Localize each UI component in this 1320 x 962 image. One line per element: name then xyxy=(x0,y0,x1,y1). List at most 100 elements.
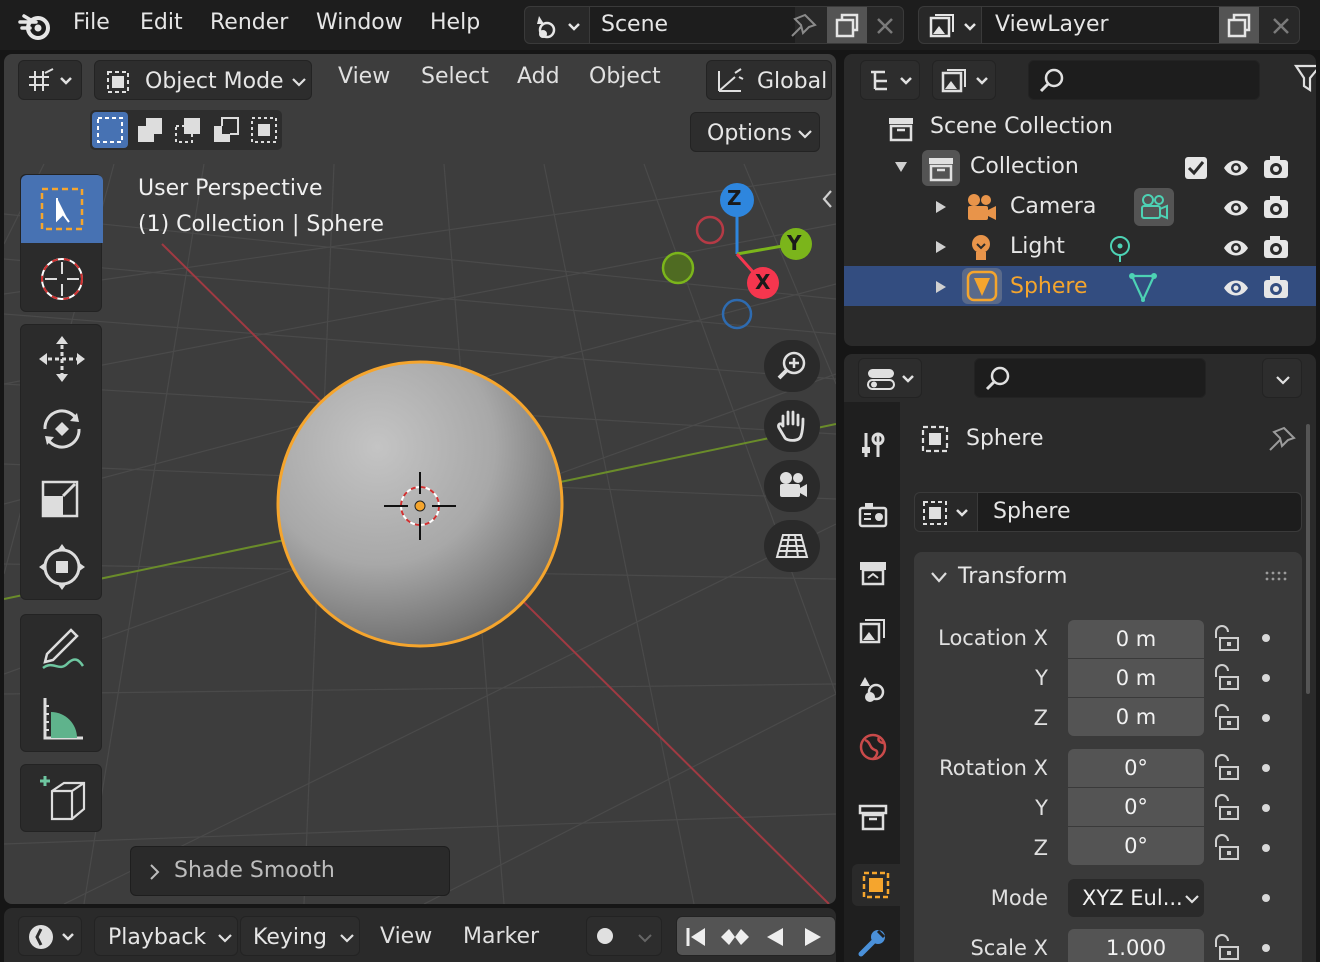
select-subtract-icon[interactable] xyxy=(170,112,206,148)
keyframe-rotation-y-dot[interactable] xyxy=(1262,804,1270,812)
close-scene-icon[interactable] xyxy=(875,16,895,36)
tab-world[interactable] xyxy=(852,726,894,768)
auto-keying-toggle[interactable] xyxy=(586,916,662,956)
outliner-row-sphere[interactable]: Sphere xyxy=(844,266,1316,306)
rotation-y-field[interactable]: 0° xyxy=(1068,788,1204,826)
properties-scrollbar[interactable] xyxy=(1306,424,1310,694)
jump-keyframe-icon[interactable] xyxy=(719,925,751,949)
menu-view[interactable]: View xyxy=(338,64,390,89)
mesh-data-icon[interactable] xyxy=(1128,272,1158,302)
render-camera-icon[interactable] xyxy=(1262,234,1290,260)
lock-location-y-icon[interactable] xyxy=(1212,663,1242,693)
tab-scene[interactable] xyxy=(852,668,894,710)
3d-viewport[interactable]: Z Y X Object Mode View Select Add Object… xyxy=(4,54,836,904)
menu-file[interactable]: File xyxy=(73,10,110,35)
outliner-editor-type-button[interactable] xyxy=(860,60,920,100)
keyframe-location-y-dot[interactable] xyxy=(1262,674,1270,682)
scene-selector[interactable]: Scene xyxy=(524,6,904,44)
playback-dropdown[interactable]: Playback xyxy=(94,916,238,956)
object-datablock-name[interactable]: Sphere xyxy=(993,499,1071,524)
tab-render[interactable] xyxy=(852,494,894,536)
tool-add-cube[interactable] xyxy=(21,765,103,833)
menu-render[interactable]: Render xyxy=(210,10,288,35)
render-camera-icon[interactable] xyxy=(1262,194,1290,220)
menu-help[interactable]: Help xyxy=(430,10,480,35)
tab-tool[interactable] xyxy=(852,424,894,466)
outliner-row-light[interactable]: Light xyxy=(844,228,1316,268)
camera-data-icon[interactable] xyxy=(1138,192,1170,222)
location-z-field[interactable]: 0 m xyxy=(1068,698,1204,736)
outliner-search-input[interactable] xyxy=(1028,60,1260,100)
display-mode-dropdown[interactable] xyxy=(932,60,996,100)
location-y-field[interactable]: 0 m xyxy=(1068,659,1204,697)
blender-logo-icon[interactable] xyxy=(18,10,54,42)
menu-select[interactable]: Select xyxy=(421,64,489,89)
expand-right-icon[interactable] xyxy=(934,200,948,214)
pan-button[interactable] xyxy=(764,400,820,452)
select-invert-icon[interactable] xyxy=(208,112,244,148)
properties-options-button[interactable] xyxy=(1262,358,1302,398)
menu-window[interactable]: Window xyxy=(316,10,403,35)
scene-icon[interactable] xyxy=(533,12,583,40)
outliner-row-camera[interactable]: Camera xyxy=(844,188,1316,228)
properties-editor-type-button[interactable] xyxy=(858,358,922,398)
play-reverse-icon[interactable] xyxy=(763,925,787,949)
menu-add[interactable]: Add xyxy=(517,64,560,89)
sidebar-toggle-icon[interactable] xyxy=(820,188,834,210)
options-dropdown[interactable]: Options xyxy=(690,112,820,152)
rotation-mode-dropdown[interactable]: XYZ Eul... xyxy=(1068,879,1204,917)
lock-rotation-x-icon[interactable] xyxy=(1212,753,1242,783)
eye-icon[interactable] xyxy=(1222,236,1250,260)
jump-to-start-icon[interactable] xyxy=(685,925,709,949)
expand-right-icon[interactable] xyxy=(934,280,948,294)
new-viewlayer-icon[interactable] xyxy=(1225,12,1253,40)
tab-modifiers[interactable] xyxy=(852,922,894,962)
select-new-button[interactable] xyxy=(92,112,128,148)
keyframe-location-z-dot[interactable] xyxy=(1262,714,1270,722)
tab-object[interactable] xyxy=(852,864,900,906)
keyframe-mode-dot[interactable] xyxy=(1262,894,1270,902)
expand-right-icon[interactable] xyxy=(934,240,948,254)
select-extend-icon[interactable] xyxy=(132,112,168,148)
keyframe-rotation-x-dot[interactable] xyxy=(1262,764,1270,772)
eye-icon[interactable] xyxy=(1222,156,1250,180)
tool-cursor[interactable] xyxy=(21,245,103,313)
camera-view-button[interactable] xyxy=(764,460,820,512)
tab-collection[interactable] xyxy=(852,796,894,838)
render-camera-icon[interactable] xyxy=(1262,154,1290,180)
scale-x-field[interactable]: 1.000 xyxy=(1068,929,1204,962)
object-browse-icon[interactable] xyxy=(921,499,975,527)
lock-location-x-icon[interactable] xyxy=(1212,624,1242,654)
orientation-dropdown[interactable]: Global xyxy=(706,60,832,100)
lock-rotation-y-icon[interactable] xyxy=(1212,793,1242,823)
mode-dropdown[interactable]: Object Mode xyxy=(94,60,312,100)
tab-output[interactable] xyxy=(852,552,894,594)
keyframe-location-x-dot[interactable] xyxy=(1262,634,1270,642)
rotation-x-field[interactable]: 0° xyxy=(1068,749,1204,787)
last-operator-panel[interactable]: Shade Smooth xyxy=(130,846,450,896)
lock-rotation-z-icon[interactable] xyxy=(1212,833,1242,863)
lock-location-z-icon[interactable] xyxy=(1212,703,1242,733)
tool-transform[interactable] xyxy=(21,533,103,601)
keying-dropdown[interactable]: Keying xyxy=(240,916,360,956)
zoom-button[interactable] xyxy=(764,340,820,392)
transform-panel-header[interactable]: Transform xyxy=(914,552,1302,600)
menu-object[interactable]: Object xyxy=(589,64,661,89)
pin-icon[interactable] xyxy=(1266,426,1296,454)
checkbox-icon[interactable] xyxy=(1184,156,1208,180)
eye-icon[interactable] xyxy=(1222,276,1250,300)
tool-scale[interactable] xyxy=(21,465,103,533)
tab-view-layer[interactable] xyxy=(852,610,894,652)
timeline-menu-view[interactable]: View xyxy=(380,924,432,949)
drag-handle-icon[interactable] xyxy=(1264,570,1288,582)
menu-edit[interactable]: Edit xyxy=(140,10,183,35)
rotation-z-field[interactable]: 0° xyxy=(1068,827,1204,865)
outliner-row-collection[interactable]: Collection xyxy=(844,148,1316,188)
outliner-row-scene-collection[interactable]: Scene Collection xyxy=(844,108,1316,148)
location-x-field[interactable]: 0 m xyxy=(1068,620,1204,658)
new-scene-icon[interactable] xyxy=(833,12,861,40)
play-icon[interactable] xyxy=(801,925,825,949)
tool-select-box[interactable] xyxy=(21,175,103,243)
tool-move[interactable] xyxy=(21,325,103,393)
tool-measure[interactable] xyxy=(21,685,103,753)
